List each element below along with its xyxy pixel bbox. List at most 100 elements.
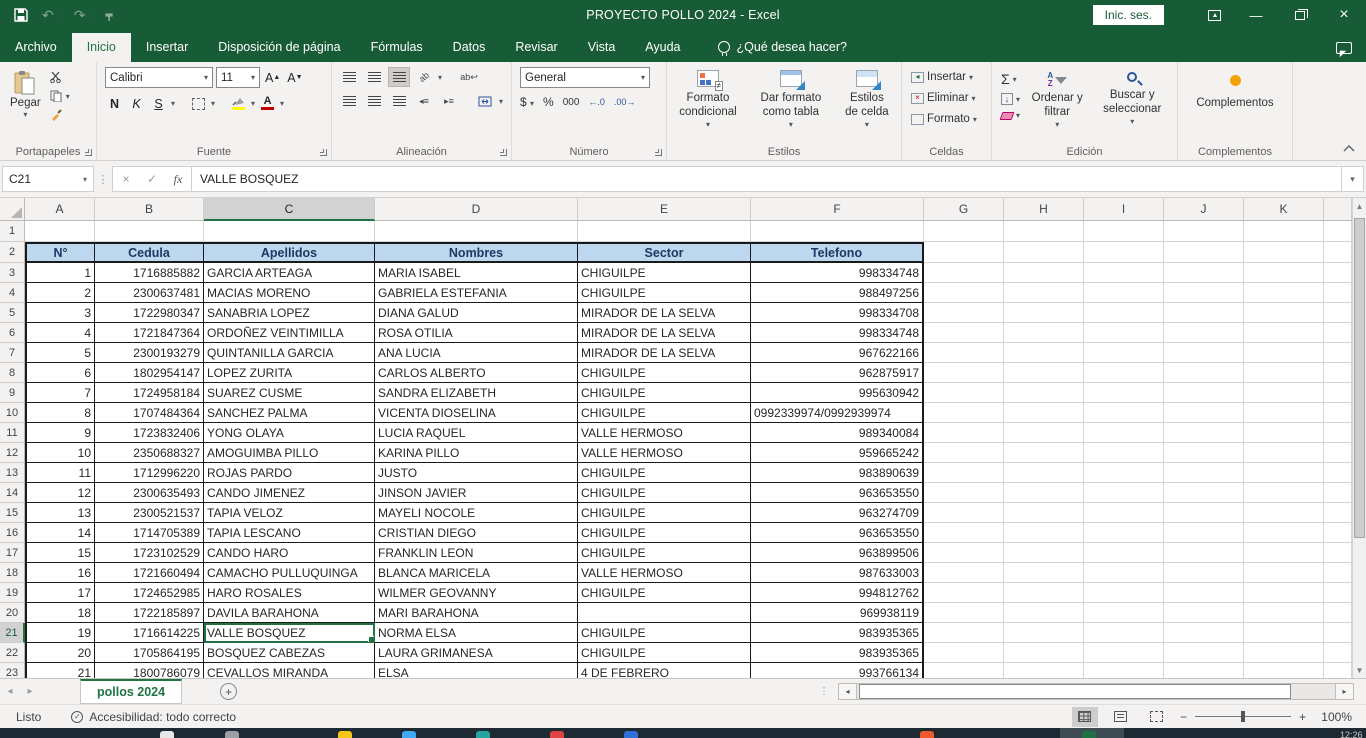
cell-J13[interactable]: [1164, 463, 1244, 483]
cell-D4[interactable]: GABRIELA ESTEFANIA: [375, 283, 578, 303]
row-header-1[interactable]: 1: [0, 221, 25, 242]
cell-I21[interactable]: [1084, 623, 1164, 643]
tab-revisar[interactable]: Revisar: [500, 33, 572, 62]
cell-A22[interactable]: 20: [25, 643, 95, 663]
cell-B16[interactable]: 1714705389: [95, 523, 204, 543]
cell-B9[interactable]: 1724958184: [95, 383, 204, 403]
sheet-tab-pollos-2024[interactable]: pollos 2024: [80, 679, 182, 704]
cell-D19[interactable]: WILMER GEOVANNY: [375, 583, 578, 603]
cell-F23[interactable]: 993766134: [751, 663, 924, 678]
cell-H7[interactable]: [1004, 343, 1084, 363]
cell-C4[interactable]: MACIAS MORENO: [204, 283, 375, 303]
cell-K19[interactable]: [1244, 583, 1324, 603]
cell-I12[interactable]: [1084, 443, 1164, 463]
row-header-13[interactable]: 13: [0, 463, 25, 483]
cell-F19[interactable]: 994812762: [751, 583, 924, 603]
name-box[interactable]: C21▾: [2, 166, 94, 192]
cell-B15[interactable]: 2300521537: [95, 503, 204, 523]
cell-F14[interactable]: 963653550: [751, 483, 924, 503]
next-sheet-icon[interactable]: ▸: [20, 686, 40, 697]
cell-F5[interactable]: 998334708: [751, 303, 924, 323]
cell-B3[interactable]: 1716885882: [95, 263, 204, 283]
row-header-5[interactable]: 5: [0, 303, 25, 323]
cell-D5[interactable]: DIANA GALUD: [375, 303, 578, 323]
fill-color-icon[interactable]: [229, 94, 248, 113]
prev-sheet-icon[interactable]: ◂: [0, 686, 20, 697]
cut-icon[interactable]: [47, 69, 73, 85]
cell-J15[interactable]: [1164, 503, 1244, 523]
cell-A21[interactable]: 19: [25, 623, 95, 643]
cell-K1[interactable]: [1244, 221, 1324, 242]
cell-L15[interactable]: [1324, 503, 1352, 523]
taskbar-app-icon[interactable]: [402, 731, 416, 738]
cell-I8[interactable]: [1084, 363, 1164, 383]
cell-E2[interactable]: Sector: [578, 242, 751, 263]
align-top-icon[interactable]: [338, 67, 360, 87]
cell-L7[interactable]: [1324, 343, 1352, 363]
cell-L18[interactable]: [1324, 563, 1352, 583]
cell-J10[interactable]: [1164, 403, 1244, 423]
cell-D22[interactable]: LAURA GRIMANESA: [375, 643, 578, 663]
cell-J9[interactable]: [1164, 383, 1244, 403]
cell-A16[interactable]: 14: [25, 523, 95, 543]
bold-button[interactable]: N: [105, 94, 124, 113]
cell-G16[interactable]: [924, 523, 1004, 543]
vertical-scrollbar[interactable]: ▲ ▼: [1352, 198, 1366, 678]
cell-D2[interactable]: Nombres: [375, 242, 578, 263]
delete-cells-button[interactable]: ×Eliminar▾: [908, 90, 979, 106]
cell-E20[interactable]: [578, 603, 751, 623]
cell-F21[interactable]: 983935365: [751, 623, 924, 643]
scroll-down-icon[interactable]: ▼: [1353, 662, 1366, 678]
percent-format-icon[interactable]: %: [543, 95, 554, 109]
horizontal-scroll-thumb[interactable]: [859, 684, 1291, 699]
cell-L10[interactable]: [1324, 403, 1352, 423]
cell-E11[interactable]: VALLE HERMOSO: [578, 423, 751, 443]
cell-J1[interactable]: [1164, 221, 1244, 242]
cell-L6[interactable]: [1324, 323, 1352, 343]
redo-icon[interactable]: ↷▾: [74, 7, 92, 24]
row-header-14[interactable]: 14: [0, 483, 25, 503]
cell-I5[interactable]: [1084, 303, 1164, 323]
zoom-slider-thumb[interactable]: [1241, 711, 1245, 722]
cell-L21[interactable]: [1324, 623, 1352, 643]
cell-I15[interactable]: [1084, 503, 1164, 523]
font-size-combo[interactable]: 11▾: [216, 67, 260, 88]
cell-G6[interactable]: [924, 323, 1004, 343]
row-header-21[interactable]: 21: [0, 623, 25, 643]
column-header-B[interactable]: B: [95, 198, 204, 221]
cell-F7[interactable]: 967622166: [751, 343, 924, 363]
cell-L5[interactable]: [1324, 303, 1352, 323]
cell-K15[interactable]: [1244, 503, 1324, 523]
cell-G3[interactable]: [924, 263, 1004, 283]
cell-H8[interactable]: [1004, 363, 1084, 383]
cell-styles-button[interactable]: Estilos de celda▾: [837, 67, 897, 133]
cell-K7[interactable]: [1244, 343, 1324, 363]
row-header-8[interactable]: 8: [0, 363, 25, 383]
shrink-font-icon[interactable]: A▼: [285, 68, 304, 87]
tab-ayuda[interactable]: Ayuda: [630, 33, 695, 62]
italic-button[interactable]: K: [127, 94, 146, 113]
cell-B2[interactable]: Cedula: [95, 242, 204, 263]
cell-E14[interactable]: CHIGUILPE: [578, 483, 751, 503]
cell-H6[interactable]: [1004, 323, 1084, 343]
cell-E9[interactable]: CHIGUILPE: [578, 383, 751, 403]
cell-G18[interactable]: [924, 563, 1004, 583]
cell-A14[interactable]: 12: [25, 483, 95, 503]
font-dialog-launcher[interactable]: [320, 149, 327, 156]
tab-disposicion[interactable]: Disposición de página: [203, 33, 355, 62]
cell-A20[interactable]: 18: [25, 603, 95, 623]
cell-D12[interactable]: KARINA PILLO: [375, 443, 578, 463]
cell-D10[interactable]: VICENTA DIOSELINA: [375, 403, 578, 423]
cancel-formula-icon[interactable]: ×: [113, 172, 139, 186]
cell-L16[interactable]: [1324, 523, 1352, 543]
find-select-button[interactable]: Buscar y seleccionar▾: [1091, 67, 1173, 130]
cell-G15[interactable]: [924, 503, 1004, 523]
cell-G23[interactable]: [924, 663, 1004, 678]
cell-I2[interactable]: [1084, 242, 1164, 263]
cell-E21[interactable]: CHIGUILPE: [578, 623, 751, 643]
taskbar-app-icon[interactable]: [160, 731, 174, 738]
column-header-K[interactable]: K: [1244, 198, 1324, 221]
taskbar-app-icon[interactable]: [550, 731, 564, 738]
align-middle-icon[interactable]: [363, 67, 385, 87]
cell-I22[interactable]: [1084, 643, 1164, 663]
